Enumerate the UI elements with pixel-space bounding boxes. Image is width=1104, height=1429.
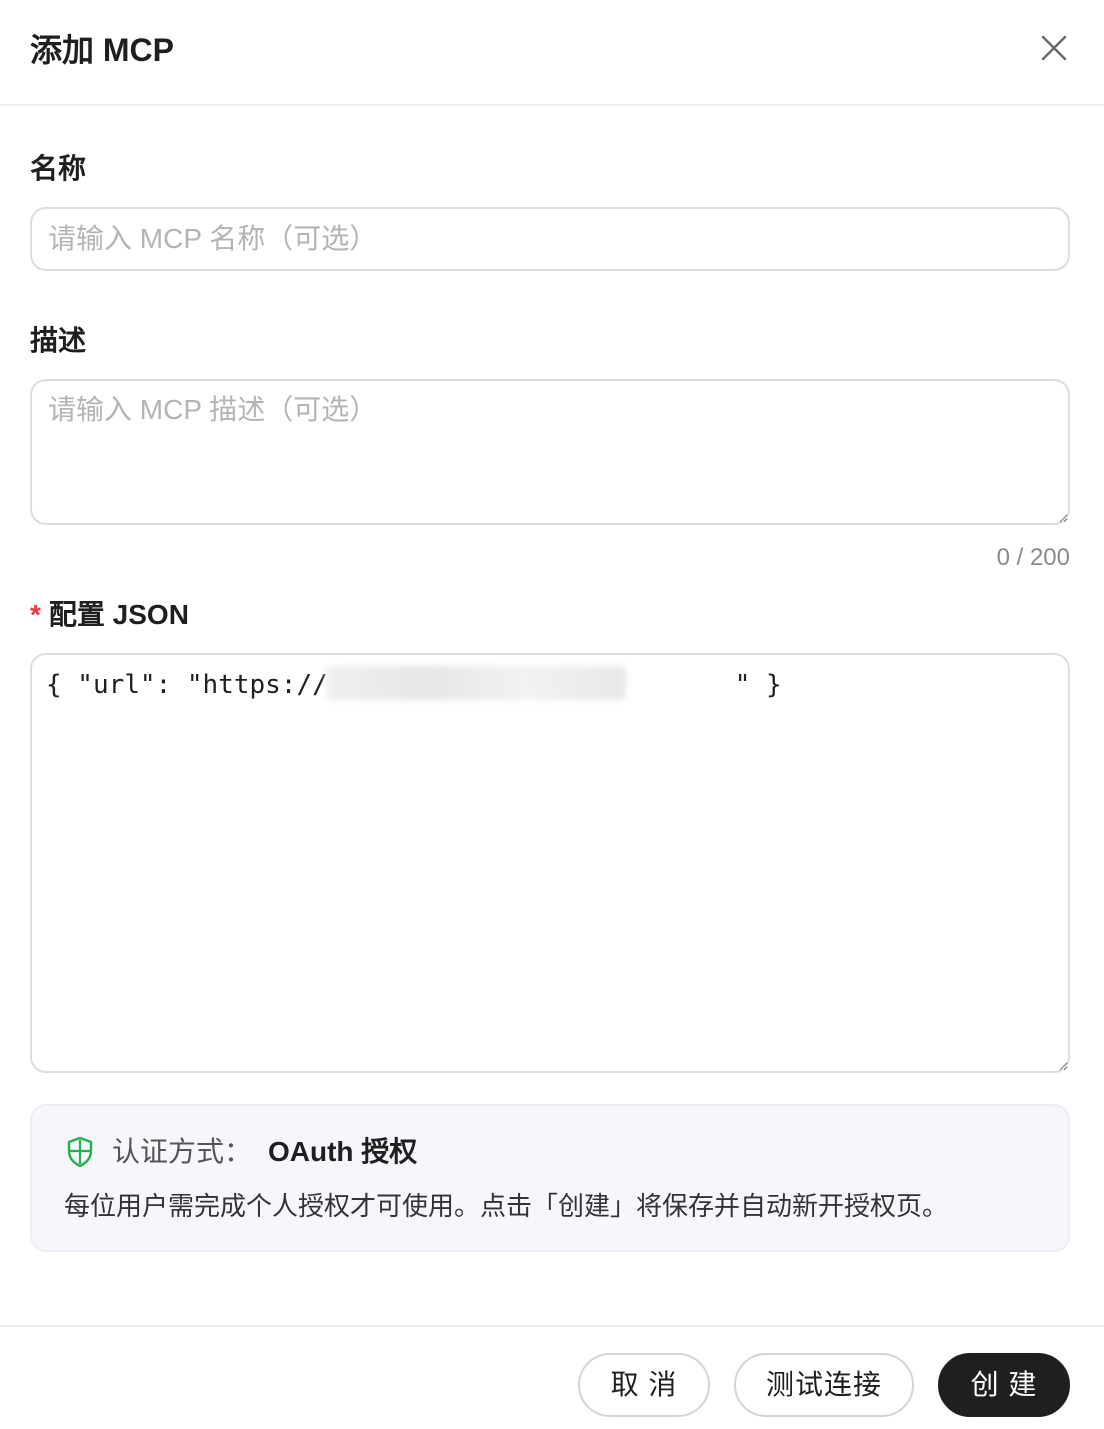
redacted-url-mask	[326, 666, 626, 700]
auth-description: 每位用户需完成个人授权才可使用。点击「创建」将保存并自动新开授权页。	[64, 1191, 949, 1221]
cancel-button[interactable]: 取 消	[578, 1353, 710, 1417]
name-input[interactable]	[30, 207, 1070, 271]
config-json-label-text: 配置 JSON	[48, 599, 189, 630]
test-connection-button[interactable]: 测试连接	[734, 1353, 914, 1417]
config-json-label: * 配置 JSON	[30, 598, 189, 632]
description-label: 描述	[30, 325, 87, 356]
description-textarea[interactable]	[30, 379, 1070, 525]
auth-method-label: 认证方式：	[112, 1136, 253, 1167]
config-json-textarea[interactable]	[30, 653, 1070, 1073]
required-mark: *	[30, 599, 41, 630]
close-icon	[1041, 35, 1067, 61]
dialog-footer: 取 消 测试连接 创 建	[0, 1325, 1104, 1429]
add-mcp-dialog: 添加 MCP 名称 描述 0 / 200 *配置 JSON 认证方式： OAut…	[0, 0, 1104, 1429]
close-button[interactable]	[1034, 30, 1074, 70]
description-char-counter: 0 / 200	[996, 544, 1070, 571]
name-label: 名称	[30, 153, 87, 184]
shield-icon	[67, 1136, 93, 1168]
auth-info-box: 认证方式： OAuth 授权 每位用户需完成个人授权才可使用。点击「创建」将保存…	[30, 1104, 1070, 1252]
dialog-title: 添加 MCP	[30, 32, 175, 68]
auth-method-value: OAuth 授权	[268, 1136, 418, 1167]
create-button[interactable]: 创 建	[938, 1353, 1070, 1417]
dialog-header: 添加 MCP	[0, 0, 1104, 106]
